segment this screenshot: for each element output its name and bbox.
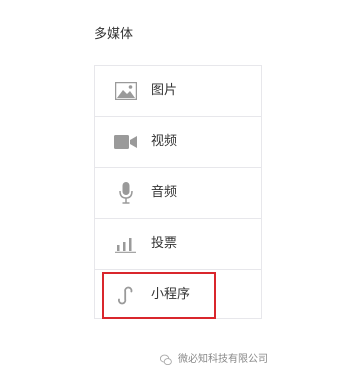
media-item-image[interactable]: 图片 xyxy=(95,66,261,117)
watermark: 微必知科技有限公司 xyxy=(159,353,268,367)
media-item-label: 图片 xyxy=(151,83,178,98)
video-camera-icon xyxy=(114,131,138,153)
watermark-text: 微必知科技有限公司 xyxy=(178,354,268,365)
bar-chart-icon xyxy=(114,233,138,255)
media-item-audio[interactable]: 音频 xyxy=(95,168,261,219)
media-item-label: 视频 xyxy=(151,134,178,149)
media-item-label: 投票 xyxy=(151,236,178,251)
media-item-label: 音频 xyxy=(151,185,178,200)
media-item-vote[interactable]: 投票 xyxy=(95,219,261,270)
section-title: 多媒体 xyxy=(94,27,134,42)
media-item-video[interactable]: 视频 xyxy=(95,117,261,168)
microphone-icon xyxy=(114,182,138,204)
wechat-logo-icon xyxy=(159,354,172,366)
image-icon xyxy=(114,80,138,102)
highlight-box xyxy=(102,272,216,319)
